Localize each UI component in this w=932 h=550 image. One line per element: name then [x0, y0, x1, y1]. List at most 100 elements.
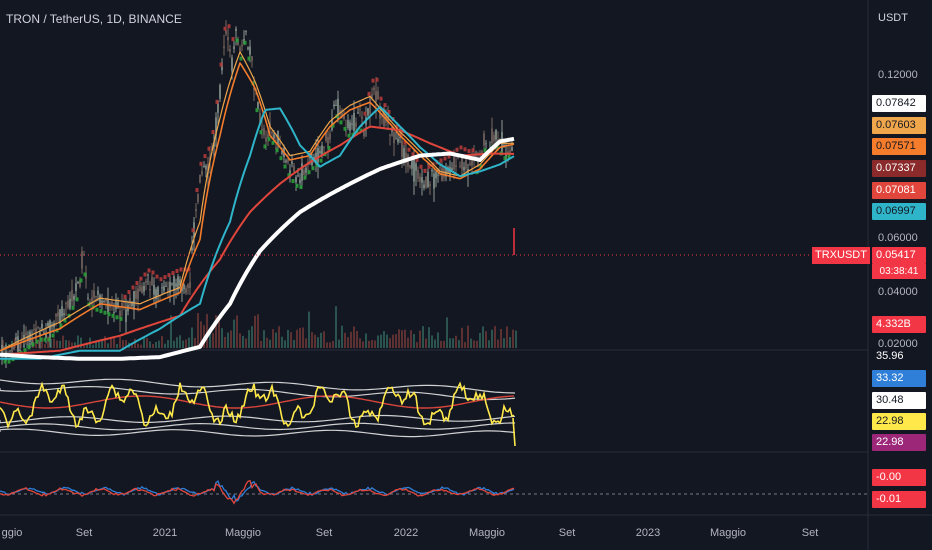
- candle-body: [249, 46, 251, 55]
- candle-body: [165, 285, 167, 287]
- candle-body: [367, 108, 369, 116]
- candle-body: [355, 122, 357, 127]
- candle-body: [183, 284, 185, 290]
- volume-bar: [398, 329, 400, 348]
- candle-body: [375, 90, 377, 102]
- volume-bar: [278, 326, 280, 348]
- volume-bar: [248, 330, 250, 348]
- volume-bar: [233, 319, 235, 348]
- candle-body: [125, 309, 127, 322]
- volume-bar: [260, 340, 262, 348]
- candle-body: [369, 95, 371, 114]
- volume-bar: [338, 339, 340, 348]
- volume-bar: [461, 327, 463, 348]
- trend-dot-green: [291, 179, 295, 184]
- volume-bar: [506, 326, 508, 348]
- volume-bar: [374, 340, 376, 348]
- volume-bar: [149, 341, 151, 348]
- candle-body: [463, 167, 465, 171]
- volume-bar: [305, 338, 307, 348]
- volume-bar: [239, 333, 241, 348]
- candle-body: [189, 282, 191, 288]
- volume-bar: [419, 330, 421, 348]
- candle-body: [415, 163, 417, 171]
- volume-bar: [173, 340, 175, 348]
- price-label-light-orange-ma: 0.07603: [872, 117, 926, 134]
- trend-dot-red: [203, 154, 207, 159]
- candle-body: [141, 286, 143, 293]
- trend-dot-red: [467, 149, 471, 154]
- trend-dot-red: [179, 267, 183, 272]
- candle-body: [359, 109, 361, 111]
- volume-bar: [290, 332, 292, 348]
- y-tick-label: 0.04000: [878, 286, 918, 298]
- candle-body: [293, 165, 295, 172]
- candle-body: [297, 175, 299, 177]
- candle-body: [323, 146, 325, 149]
- candle-body: [67, 300, 69, 308]
- candle-body: [459, 165, 461, 167]
- price-axis-unit: USDT: [878, 12, 908, 24]
- volume-bar: [482, 326, 484, 348]
- volume-bar: [440, 340, 442, 348]
- volume-bar: [311, 332, 313, 348]
- volume-bar: [362, 341, 364, 348]
- candle-body: [241, 44, 243, 47]
- candle-body: [65, 303, 67, 305]
- candle-body: [13, 346, 15, 350]
- candle-body: [37, 326, 39, 329]
- trend-dot-red: [159, 277, 163, 282]
- volume-bar: [140, 344, 142, 348]
- volume-bar: [236, 315, 238, 348]
- volume-bar: [455, 335, 457, 348]
- candle-body: [351, 123, 353, 125]
- volume-bar: [515, 330, 517, 348]
- trend-dot-red: [191, 228, 195, 233]
- volume-bar: [191, 327, 193, 348]
- trend-dot-red: [471, 148, 475, 153]
- candle-body: [265, 137, 267, 142]
- candle-body: [33, 329, 35, 331]
- symbol-tag: TRXUSDT: [812, 247, 870, 264]
- candle-body: [167, 288, 169, 292]
- candle-body: [481, 151, 483, 154]
- candle-body: [175, 283, 177, 287]
- volume-bar: [179, 335, 181, 348]
- candle-body: [197, 194, 199, 203]
- volume-bar: [500, 329, 502, 348]
- candle-body: [19, 349, 21, 351]
- candle-body: [485, 143, 487, 145]
- candle-body: [453, 155, 455, 170]
- candle-body: [425, 176, 427, 188]
- volume-bar: [242, 335, 244, 348]
- candle-body: [69, 298, 71, 309]
- volume-bar: [488, 340, 490, 348]
- candle-body: [285, 160, 287, 163]
- trend-dot-green: [79, 278, 83, 283]
- price-chart[interactable]: [0, 0, 932, 550]
- candle-body: [299, 179, 301, 184]
- trend-dot-green: [503, 156, 507, 161]
- volume-bar: [251, 326, 253, 348]
- volume-bar: [509, 337, 511, 348]
- candle-body: [509, 150, 511, 153]
- trend-dot-red: [171, 270, 175, 275]
- candle-body: [111, 301, 113, 305]
- trend-dot-red: [199, 161, 203, 166]
- candle-body: [87, 297, 89, 299]
- trend-dot-red: [227, 24, 231, 29]
- bar-countdown: 03:38:41: [872, 264, 926, 279]
- candle-body: [187, 284, 189, 288]
- volume-bar: [326, 342, 328, 348]
- candle-body: [231, 57, 233, 72]
- price-label-red-ma: 0.07081: [872, 182, 926, 199]
- candle-body: [203, 165, 205, 168]
- trend-dot-green: [71, 305, 75, 310]
- volume-bar: [386, 334, 388, 348]
- volume-bar: [263, 330, 265, 348]
- trend-dot-red: [167, 273, 171, 278]
- candle-body: [377, 91, 379, 100]
- volume-bar: [464, 342, 466, 348]
- volume-bar: [59, 340, 61, 348]
- volume-bar: [392, 334, 394, 348]
